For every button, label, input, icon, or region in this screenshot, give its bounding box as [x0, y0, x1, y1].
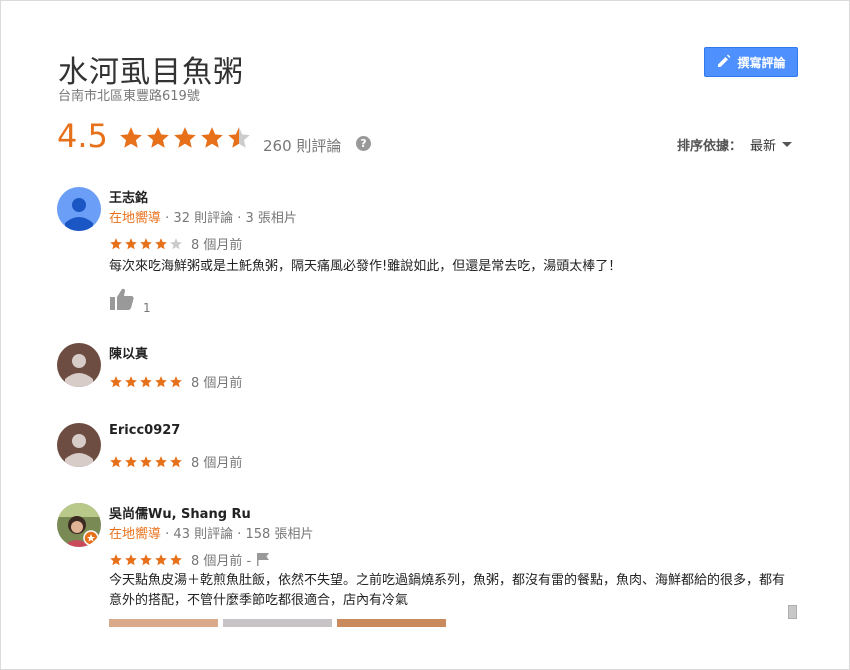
star-icon — [155, 553, 167, 565]
star-icon — [110, 237, 122, 249]
sort-dropdown[interactable]: 排序依據： 最新 — [677, 135, 793, 154]
avatar[interactable] — [57, 187, 101, 231]
review-rating-row: 8 個月前 — [109, 372, 242, 391]
review-date: 8 個月前 — [191, 238, 243, 253]
star-icon — [201, 127, 223, 148]
review-text: 每次來吃海鮮粥或是土魠魚粥，隔天痛風必發作!雖說如此，但還是常去吃，湯頭太棒了！ — [109, 259, 622, 274]
avatar[interactable] — [57, 343, 101, 387]
reviewer-meta: 在地嚮導 · 43 則評論 · 158 張相片 — [109, 523, 313, 542]
review-stars — [109, 455, 183, 469]
review-rating-row: 8 個月前 — [109, 234, 242, 253]
star-icon — [155, 375, 167, 387]
like-count: 1 — [143, 301, 151, 315]
chevron-down-icon — [782, 142, 793, 147]
reviews-panel: 水河虱目魚粥 台南市北區東豐路619號 撰寫評論 4.5 260 則評論 ? 排… — [0, 0, 850, 670]
review-date: 8 個月前 — [191, 456, 243, 471]
review-rating-row: 8 個月前 — [109, 452, 242, 471]
star-icon — [155, 455, 167, 467]
review-stars — [109, 237, 183, 251]
star-icon — [120, 127, 142, 148]
local-guide-badge: 在地嚮導 — [109, 527, 162, 542]
reviewer-name[interactable]: Ericc0927 — [109, 423, 180, 438]
write-review-label: 撰寫評論 — [737, 55, 786, 70]
star-icon — [125, 553, 137, 565]
pencil-icon — [716, 53, 732, 72]
flag-icon[interactable] — [257, 553, 270, 566]
review-rating-row: 8 個月前 - — [109, 550, 270, 569]
like-button[interactable]: 1 — [109, 287, 151, 315]
review-date: 8 個月前 — [191, 376, 243, 391]
review-photo[interactable] — [223, 619, 332, 627]
star-icon — [140, 455, 152, 467]
thumbs-up-icon — [109, 287, 135, 315]
star-icon — [110, 455, 122, 467]
review-stars — [109, 553, 183, 567]
star-icon — [140, 237, 152, 249]
write-review-button[interactable]: 撰寫評論 — [704, 47, 798, 77]
star-icon — [170, 455, 182, 467]
star-icon — [174, 127, 196, 148]
star-icon — [125, 455, 137, 467]
star-icon — [170, 375, 182, 387]
reviewer-meta: 在地嚮導 · 32 則評論 · 3 張相片 — [109, 207, 297, 226]
review-text: 今天點魚皮湯＋乾煎魚肚飯，依然不失望。之前吃過鍋燒系列，魚粥，都沒有雷的餐點，魚… — [109, 573, 786, 608]
reviewer-stats: · 32 則評論 · 3 張相片 — [165, 211, 297, 226]
star-icon — [140, 553, 152, 565]
avatar[interactable] — [57, 423, 101, 467]
reviewer-name[interactable]: 吳尚儒Wu, Shang Ru — [109, 503, 251, 522]
reviewer-stats: · 43 則評論 · 158 張相片 — [165, 527, 314, 542]
average-rating-stars — [118, 125, 252, 151]
star-icon — [110, 375, 122, 387]
star-icon — [170, 553, 182, 565]
reviewer-name[interactable]: 王志銘 — [109, 187, 148, 206]
star-icon — [110, 553, 122, 565]
scrollbar-thumb[interactable] — [788, 605, 797, 619]
star-icon — [170, 237, 182, 249]
star-icon — [147, 127, 169, 148]
star-icon — [125, 237, 137, 249]
review-photo[interactable] — [109, 619, 218, 627]
review-photos — [109, 619, 446, 627]
help-icon[interactable]: ? — [356, 136, 371, 151]
reviewer-name[interactable]: 陳以真 — [109, 343, 148, 362]
review-date: 8 個月前 - — [191, 554, 252, 569]
sort-value: 最新 — [750, 139, 777, 154]
review-count: 260 則評論 — [263, 137, 342, 155]
star-icon — [155, 237, 167, 249]
average-rating: 4.5 — [57, 117, 108, 155]
star-icon — [125, 375, 137, 387]
star-icon — [140, 375, 152, 387]
review-photo[interactable] — [337, 619, 446, 627]
local-guide-badge: 在地嚮導 — [109, 211, 162, 226]
star-icon — [228, 127, 250, 148]
sort-label: 排序依據： — [677, 139, 743, 154]
review-stars — [109, 375, 183, 389]
place-address: 台南市北區東豐路619號 — [58, 89, 200, 104]
avatar[interactable] — [57, 503, 101, 547]
